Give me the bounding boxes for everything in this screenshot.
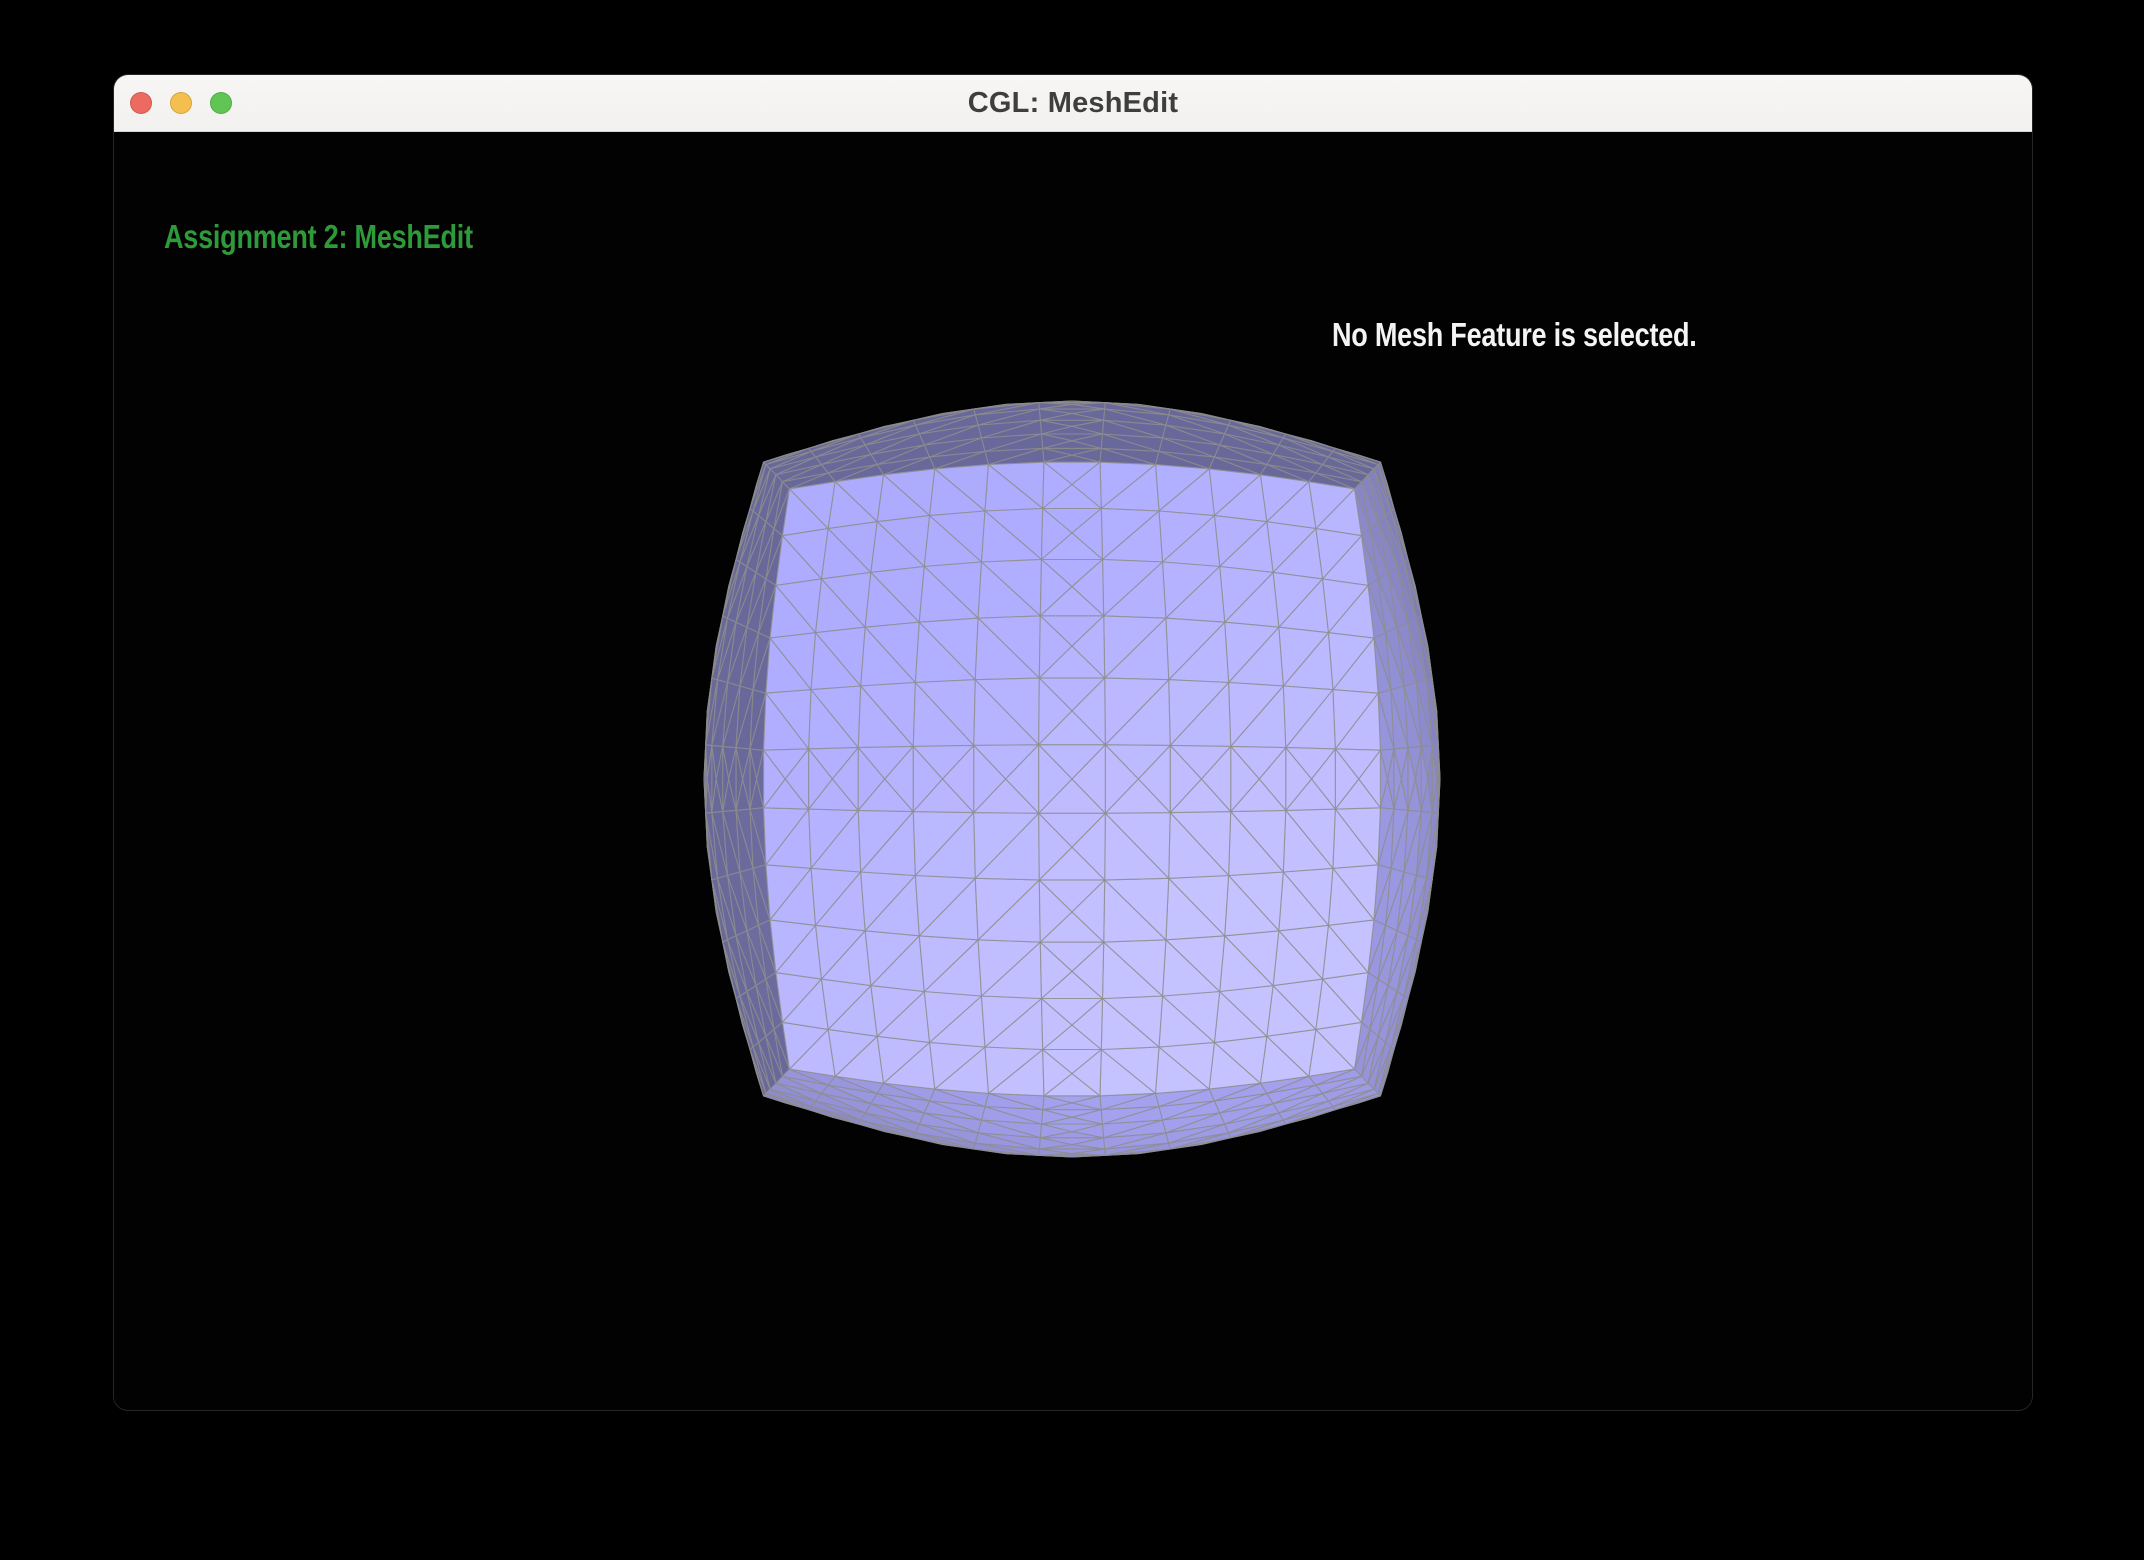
window-title: CGL: MeshEdit: [968, 87, 1178, 120]
zoom-button[interactable]: [210, 92, 232, 114]
close-button[interactable]: [130, 92, 152, 114]
app-window: CGL: MeshEdit Assignment 2: MeshEdit No …: [114, 75, 2032, 1410]
title-bar: CGL: MeshEdit: [114, 75, 2032, 132]
minimize-button[interactable]: [170, 92, 192, 114]
mesh-viewport[interactable]: Assignment 2: MeshEdit No Mesh Feature i…: [114, 132, 2032, 1410]
mesh-canvas[interactable]: [114, 132, 2032, 1410]
traffic-lights: [130, 75, 232, 131]
assignment-title: Assignment 2: MeshEdit: [164, 220, 473, 253]
status-message: No Mesh Feature is selected.: [1332, 318, 1697, 351]
